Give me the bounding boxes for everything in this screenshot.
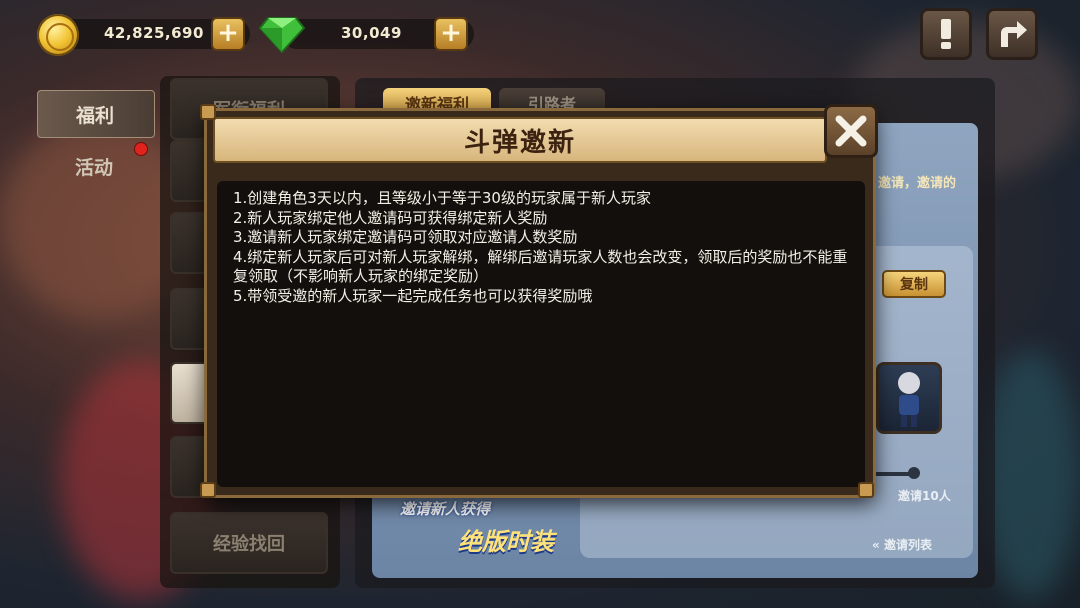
- rule-item: 1.创建角色3天以内，且等级小于等于30级的玩家属于新人玩家: [233, 189, 651, 207]
- list-item-label: 经验找回: [213, 534, 285, 555]
- double-chevron-left-icon: «: [872, 538, 880, 552]
- top-bar: 42,825,690 + 30,049 +: [0, 0, 1080, 70]
- frame-corner-ornament: [200, 104, 216, 120]
- rule-item: 4.绑定新人玩家后可对新人玩家解绑，解绑后邀请玩家人数也会改变，领取后的奖励也不…: [233, 247, 848, 286]
- partial-description: 邀请，邀请的: [878, 176, 957, 191]
- nav-tab-label: 福利: [76, 104, 115, 127]
- rule-item: 3.邀请新人玩家绑定邀请码可领取对应邀请人数奖励: [233, 228, 578, 246]
- exclamation-icon: [941, 19, 951, 49]
- link-label: 邀请列表: [883, 538, 932, 552]
- banner-title: 绝版时装: [458, 528, 554, 556]
- notification-dot: [134, 142, 148, 156]
- rules-list: 1.创建角色3天以内，且等级小于等于30级的玩家属于新人玩家 2.新人玩家绑定他…: [233, 189, 853, 306]
- frame-corner-ornament: [200, 482, 216, 498]
- close-button[interactable]: [824, 104, 878, 158]
- rules-dialog: 斗弹邀新 1.创建角色3天以内，且等级小于等于30级的玩家属于新人玩家 2.新人…: [204, 108, 876, 498]
- diamond-amount: 30,049: [341, 24, 402, 42]
- close-x-icon: [835, 115, 867, 147]
- left-nav: 福利 活动: [0, 70, 160, 608]
- share-arrow-icon: [1001, 21, 1027, 47]
- character-icon: [898, 372, 920, 427]
- invite-list-link[interactable]: « 邀请列表: [872, 536, 932, 553]
- notice-button[interactable]: [920, 8, 972, 60]
- frame-corner-ornament: [858, 482, 874, 498]
- share-button[interactable]: [986, 8, 1038, 60]
- gold-amount: 42,825,690: [104, 24, 204, 42]
- list-item-exp-recovery[interactable]: 经验找回: [170, 512, 328, 574]
- dialog-body: 1.创建角色3天以内，且等级小于等于30级的玩家属于新人玩家 2.新人玩家绑定他…: [217, 181, 865, 487]
- nav-tab-welfare[interactable]: 福利: [37, 90, 155, 138]
- copy-button[interactable]: 复制: [882, 270, 946, 298]
- add-diamond-button[interactable]: +: [434, 17, 468, 51]
- diamond-icon: [258, 17, 306, 54]
- background-water: [980, 350, 1080, 600]
- nav-tab-label: 活动: [75, 156, 114, 179]
- progress-node: [908, 467, 920, 479]
- reward-character-avatar[interactable]: [876, 362, 942, 434]
- add-gold-button[interactable]: +: [211, 17, 245, 51]
- dialog-header: 斗弹邀新: [213, 117, 827, 163]
- rule-item: 5.带领受邀的新人玩家一起完成任务也可以获得奖励哦: [233, 286, 593, 305]
- rule-item: 2.新人玩家绑定他人邀请码可获得绑定新人奖励: [233, 208, 548, 227]
- banner-subtitle: 邀请新人获得: [400, 500, 491, 518]
- gold-coin-icon: [37, 14, 79, 56]
- dialog-title: 斗弹邀新: [463, 127, 576, 158]
- invite-milestone-label: 邀请10人: [898, 489, 951, 503]
